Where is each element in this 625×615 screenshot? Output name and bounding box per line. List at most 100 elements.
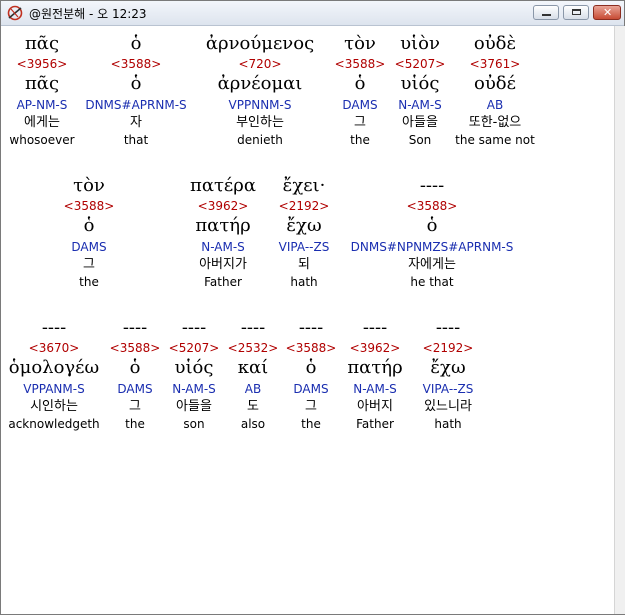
app-logo-icon xyxy=(7,5,23,21)
lemma: ὁ xyxy=(83,215,95,236)
greek-word: ---- xyxy=(240,317,266,338)
parsing-code: DNMS#APRNM-S xyxy=(85,98,187,112)
strong-number: <5207> xyxy=(168,341,220,355)
word-column[interactable]: ἔχει· <2192> ἔχω VIPA--ZS 되 hath xyxy=(272,174,336,290)
english-gloss: denieth xyxy=(237,133,283,147)
word-column[interactable]: ---- <5207> υἱός N-AM-S 아들을 son xyxy=(166,316,222,432)
korean-gloss: 아버지 xyxy=(357,399,393,414)
english-gloss: hath xyxy=(290,275,318,289)
korean-gloss: 에게는 xyxy=(24,115,60,130)
strong-number: <3588> xyxy=(334,57,386,71)
korean-gloss: 그 xyxy=(83,257,95,272)
korean-gloss: 아들을 xyxy=(176,399,212,414)
lemma: ὁ xyxy=(130,73,142,94)
word-column[interactable]: ---- <3588> ὁ DAMS 그 the xyxy=(284,316,338,432)
title-bar[interactable]: @원전분해 - 오 12:23 ✕ xyxy=(1,1,624,26)
word-column[interactable]: ὁ <3588> ὁ DNMS#APRNM-S 자 that xyxy=(82,32,190,148)
strong-number: <3588> xyxy=(63,199,115,213)
word-column[interactable]: ---- <3588> ὁ DAMS 그 the xyxy=(108,316,162,432)
strong-number: <3962> xyxy=(349,341,401,355)
korean-gloss: 시인하는 xyxy=(30,399,78,414)
greek-word: τὸν xyxy=(344,33,376,54)
greek-word: ἀρνούμενος xyxy=(205,33,315,54)
greek-word: υἱὸν xyxy=(400,33,440,54)
strong-number: <3588> xyxy=(109,341,161,355)
lemma: ὁ xyxy=(354,73,366,94)
lemma: υἱός xyxy=(174,357,214,378)
parsing-code: VIPA--ZS xyxy=(422,382,474,396)
strong-number: <3670> xyxy=(28,341,80,355)
english-gloss: the xyxy=(350,133,370,147)
strong-number: <3962> xyxy=(197,199,249,213)
word-column[interactable]: υἱὸν <5207> υἱός N-AM-S 아들을 Son xyxy=(390,32,450,148)
english-gloss: son xyxy=(183,417,205,431)
korean-gloss: 아들을 xyxy=(402,115,438,130)
korean-gloss: 또한-없으 xyxy=(468,115,522,130)
english-gloss: the xyxy=(79,275,99,289)
word-column[interactable]: ἀρνούμενος <720> ἀρνέομαι VPPNNM-S 부인하는 … xyxy=(194,32,326,148)
english-gloss: whosoever xyxy=(9,133,75,147)
greek-word: ἔχει· xyxy=(282,175,326,196)
parsing-code: AB xyxy=(244,382,262,396)
greek-word: ---- xyxy=(181,317,207,338)
word-column[interactable]: τὸν <3588> ὁ DAMS 그 the xyxy=(332,32,388,148)
english-gloss: hath xyxy=(434,417,462,431)
lemma: ὁ xyxy=(305,357,317,378)
word-column[interactable]: ---- <2532> καί AB 도 also xyxy=(226,316,280,432)
korean-gloss: 되 xyxy=(298,257,310,272)
lemma: ὁ xyxy=(426,215,438,236)
english-gloss: the xyxy=(301,417,321,431)
lemma: ὁμολογέω xyxy=(8,357,100,378)
korean-gloss: 그 xyxy=(129,399,141,414)
interlinear-view[interactable]: πᾶς <3956> πᾶς AP-NM-S 에게는 whosoever ὁ <… xyxy=(2,26,614,614)
korean-gloss: 아버지가 xyxy=(199,257,247,272)
english-gloss: Father xyxy=(356,417,394,431)
greek-word: ---- xyxy=(419,175,445,196)
parsing-code: DAMS xyxy=(342,98,378,112)
close-button[interactable]: ✕ xyxy=(593,5,621,20)
vertical-scrollbar[interactable] xyxy=(614,26,625,614)
korean-gloss: 자에게는 xyxy=(408,257,456,272)
strong-number: <3761> xyxy=(469,57,521,71)
strong-number: <3588> xyxy=(285,341,337,355)
word-column[interactable]: ---- <3670> ὁμολογέω VPPANM-S 시인하는 ackno… xyxy=(6,316,102,432)
greek-word: ---- xyxy=(435,317,461,338)
parsing-code: DNMS#NPNMZS#APRNM-S xyxy=(350,240,514,254)
minimize-icon xyxy=(542,14,551,16)
parsing-code: N-AM-S xyxy=(201,240,245,254)
word-column[interactable]: τὸν <3588> ὁ DAMS 그 the xyxy=(54,174,124,290)
word-column[interactable]: ---- <2192> ἔχω VIPA--ZS 있느니라 hath xyxy=(412,316,484,432)
parsing-code: VPPNNM-S xyxy=(228,98,292,112)
word-column[interactable]: οὐδὲ <3761> οὐδέ AB 또한-없으 the same not xyxy=(452,32,538,148)
english-gloss: the same not xyxy=(455,133,535,147)
korean-gloss: 있느니라 xyxy=(424,399,472,414)
parsing-code: DAMS xyxy=(117,382,153,396)
strong-number: <5207> xyxy=(394,57,446,71)
greek-word: οὐδὲ xyxy=(473,33,517,54)
strong-number: <2532> xyxy=(227,341,279,355)
word-column[interactable]: ---- <3962> πατήρ N-AM-S 아버지 Father xyxy=(342,316,408,432)
lemma: ἔχω xyxy=(286,215,322,236)
word-column[interactable]: ---- <3588> ὁ DNMS#NPNMZS#APRNM-S 자에게는 h… xyxy=(342,174,522,290)
korean-gloss: 도 xyxy=(247,399,259,414)
maximize-icon xyxy=(572,9,581,15)
parsing-code: N-AM-S xyxy=(172,382,216,396)
greek-word: ---- xyxy=(41,317,67,338)
greek-word: τὸν xyxy=(73,175,105,196)
close-icon: ✕ xyxy=(603,6,613,19)
parsing-code: AB xyxy=(486,98,504,112)
word-column[interactable]: πᾶς <3956> πᾶς AP-NM-S 에게는 whosoever xyxy=(6,32,78,148)
lemma: πατήρ xyxy=(347,357,403,378)
parsing-code: VIPA--ZS xyxy=(278,240,330,254)
lemma: καί xyxy=(237,357,269,378)
minimize-button[interactable] xyxy=(533,5,559,20)
word-column[interactable]: πατέρα <3962> πατήρ N-AM-S 아버지가 Father xyxy=(178,174,268,290)
lemma: ὁ xyxy=(129,357,141,378)
parsing-code: VPPANM-S xyxy=(23,382,85,396)
parsing-code: N-AM-S xyxy=(353,382,397,396)
korean-gloss: 부인하는 xyxy=(236,115,284,130)
maximize-button[interactable] xyxy=(563,5,589,20)
app-window: @원전분해 - 오 12:23 ✕ πᾶς <3956> πᾶς AP-NM-S… xyxy=(0,0,625,615)
greek-word: πατέρα xyxy=(189,175,256,196)
lemma: ἔχω xyxy=(430,357,466,378)
